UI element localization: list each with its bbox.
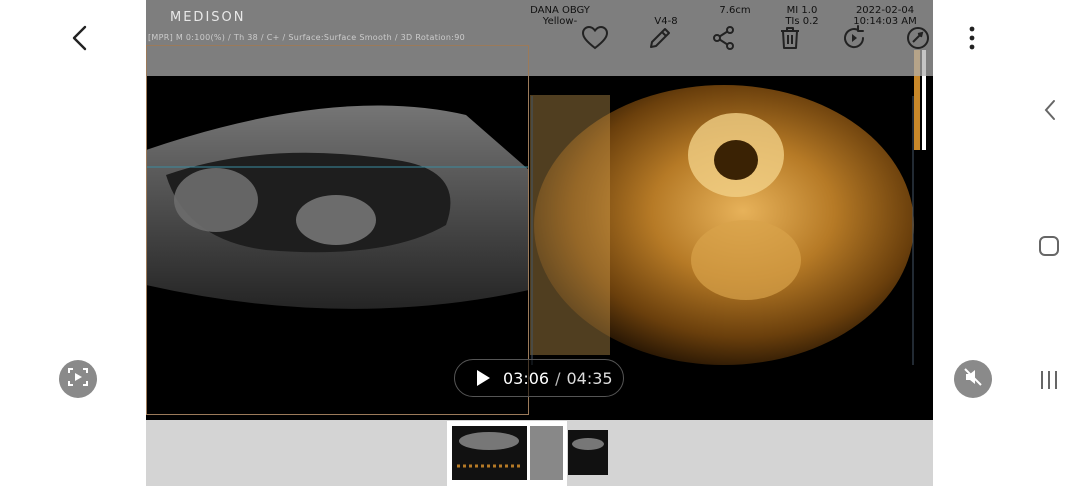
mute-icon xyxy=(962,366,984,392)
patient-name: DANA OBGY xyxy=(530,5,590,16)
mute-button[interactable] xyxy=(954,360,992,398)
duration: 04:35 xyxy=(566,368,613,388)
current-time: 03:06 xyxy=(503,368,550,388)
mi-value: MI 1.0 xyxy=(786,5,818,16)
thumbnail-1[interactable] xyxy=(452,426,527,480)
time-separator: / xyxy=(555,368,561,388)
heart-icon[interactable] xyxy=(579,22,611,54)
thumbnail-2[interactable] xyxy=(568,430,608,475)
side-back-icon[interactable] xyxy=(1034,94,1066,126)
play-icon[interactable] xyxy=(475,369,503,387)
thumbnail-1-overlay xyxy=(530,426,563,480)
rotate-icon[interactable] xyxy=(838,22,870,54)
brand-logo: MEDISON xyxy=(170,10,246,25)
depth-label: 7.6cm xyxy=(719,5,751,16)
capture-icon xyxy=(67,366,89,392)
more-options-icon[interactable] xyxy=(956,22,988,54)
capture-button[interactable] xyxy=(59,360,97,398)
share-icon[interactable] xyxy=(708,22,740,54)
date-value: 2022-02-04 xyxy=(855,5,915,16)
lens-icon[interactable] xyxy=(902,22,934,54)
playback-control[interactable]: 03:06 / 04:35 xyxy=(454,359,624,397)
recents-icon[interactable] xyxy=(1033,364,1065,396)
back-icon[interactable] xyxy=(64,22,96,54)
delete-icon[interactable] xyxy=(774,22,806,54)
edit-icon[interactable] xyxy=(644,22,676,54)
home-icon[interactable] xyxy=(1033,230,1065,262)
mpr-info: [MPR] M 0:100(%) / Th 38 / C+ / Surface:… xyxy=(148,33,465,42)
